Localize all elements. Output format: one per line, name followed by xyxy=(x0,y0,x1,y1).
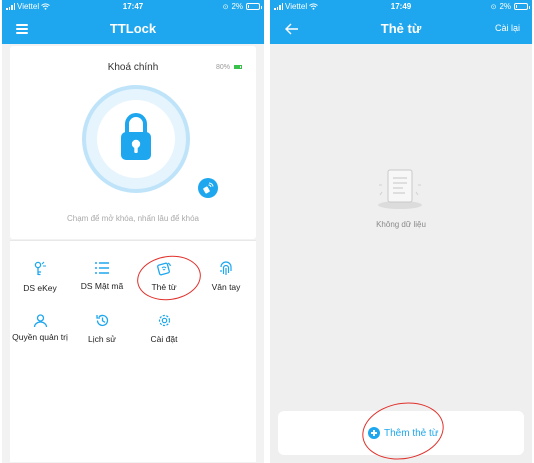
admin-icon xyxy=(33,314,47,328)
menu-item-fingerprint[interactable]: Vân tay xyxy=(196,261,256,293)
page-title: TTLock xyxy=(109,21,157,36)
battery-percent: 2% xyxy=(231,2,243,11)
main-screen: Viettel 17:47 ⊙ 2% TTLock Khoá chính 80% xyxy=(2,0,264,463)
lock-battery-icon xyxy=(234,65,242,69)
key-person-icon xyxy=(34,261,46,276)
reset-button[interactable]: Cài lại xyxy=(495,23,520,33)
alarm-icon: ⊙ xyxy=(490,3,497,11)
nav-bar: TTLock xyxy=(2,14,264,44)
menu-label: Cài đặt xyxy=(150,334,178,344)
empty-state-text: Không dữ liệu xyxy=(376,220,426,229)
settings-icon xyxy=(158,314,170,327)
battery-icon xyxy=(514,3,530,10)
alarm-icon: ⊙ xyxy=(222,3,229,11)
menu-item-admin[interactable]: Quyền quản trị xyxy=(10,313,70,343)
menu-label: Lịch sử xyxy=(88,334,116,344)
menu-item-passcode[interactable]: DS Mật mã xyxy=(72,261,132,292)
battery-percent: 2% xyxy=(499,2,511,11)
feature-menu: DS eKey DS Mật mã Thẻ từ Vân tay Quyền q… xyxy=(10,240,256,462)
menu-item-settings[interactable]: Cài đặt xyxy=(134,313,194,345)
page-title: Thẻ từ xyxy=(380,21,422,36)
padlock-icon xyxy=(121,113,151,160)
nav-bar: Thẻ từ Cài lại xyxy=(270,14,532,44)
status-bar: Viettel 17:49 ⊙ 2% xyxy=(270,0,532,14)
menu-label: DS Mật mã xyxy=(80,281,124,291)
unlock-hint: Chạm để mở khóa, nhấn lâu để khóa xyxy=(67,214,199,223)
lock-card: Khoá chính 80% Chạm để mở khóa, nhấn lâu… xyxy=(10,46,256,239)
lock-battery-level: 80% xyxy=(215,64,230,71)
menu-label: DS eKey xyxy=(23,283,57,293)
remote-icon xyxy=(203,182,214,194)
menu-item-history[interactable]: Lịch sử xyxy=(72,313,132,345)
password-list-icon xyxy=(95,262,109,274)
remote-unlock-button[interactable] xyxy=(198,178,218,198)
menu-item-ekey[interactable]: DS eKey xyxy=(10,261,70,294)
menu-label: Quyền quản trị xyxy=(12,332,68,342)
card-screen: Viettel 17:49 ⊙ 2% Thẻ từ Cài lại Không … xyxy=(270,0,532,463)
history-icon xyxy=(95,314,108,327)
menu-label: Vân tay xyxy=(211,282,241,292)
fingerprint-icon xyxy=(220,261,232,275)
status-bar: Viettel 17:47 ⊙ 2% xyxy=(2,0,264,14)
battery-icon xyxy=(246,3,262,10)
empty-document-icon xyxy=(378,169,422,209)
